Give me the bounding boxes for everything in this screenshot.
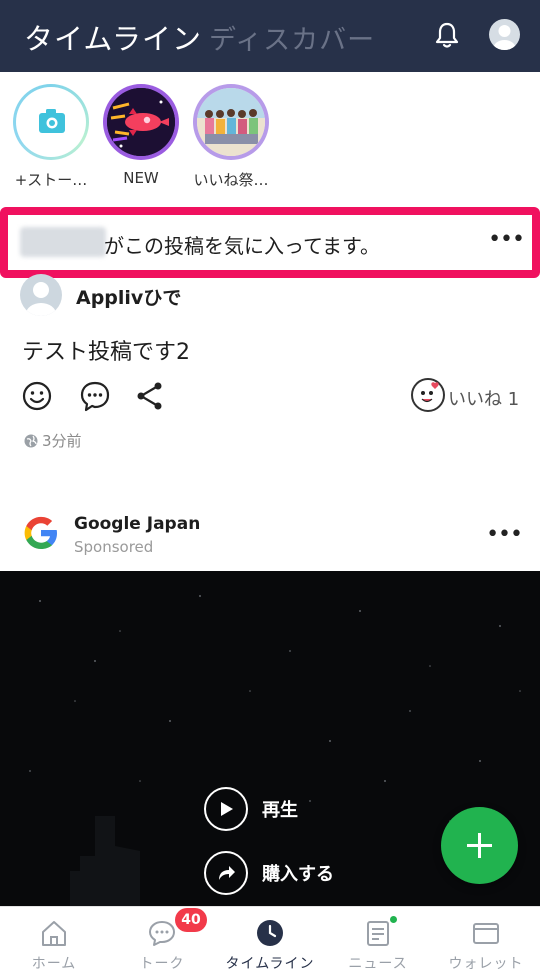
forward-arrow-icon: [204, 851, 248, 895]
play-button[interactable]: 再生: [204, 787, 298, 831]
buy-button[interactable]: 購入する: [204, 851, 334, 895]
nav-home[interactable]: ホーム: [0, 907, 108, 978]
sponsored-label: Sponsored: [74, 538, 154, 556]
tab-discover[interactable]: ディスカバー: [209, 18, 375, 57]
story-label: NEW: [123, 169, 159, 187]
notice-text: がこの投稿を気に入ってます。: [104, 234, 380, 258]
post-body-text: テスト投稿です2: [22, 340, 190, 365]
nav-label: ホーム: [31, 956, 77, 972]
comment-icon[interactable]: [78, 379, 112, 413]
nav-talk[interactable]: 40 トーク: [108, 907, 216, 978]
post-author-name[interactable]: Applivひで: [76, 283, 181, 310]
nav-timeline[interactable]: タイムライン: [216, 907, 324, 978]
story-row: +ストー… NEW いいね祭…: [0, 72, 540, 202]
profile-avatar-icon[interactable]: [489, 19, 520, 50]
wallet-icon: [473, 923, 499, 944]
nav-wallet[interactable]: ウォレット: [432, 907, 540, 978]
blurred-username: [20, 227, 106, 257]
globe-icon: [24, 434, 38, 447]
play-icon: [204, 787, 248, 831]
nav-label: ニュース: [348, 956, 408, 972]
photo-story-icon: [193, 84, 269, 160]
story-new[interactable]: NEW: [98, 84, 184, 187]
rocket-story-icon: [103, 84, 179, 160]
notification-bell-icon[interactable]: [432, 20, 462, 50]
like-count[interactable]: いいね 1: [448, 385, 519, 411]
chat-bubble-icon: [149, 921, 175, 946]
create-post-fab[interactable]: [441, 807, 518, 884]
like-sticker-icon[interactable]: [411, 378, 445, 412]
story-add[interactable]: +ストー…: [8, 84, 94, 190]
news-new-dot: [390, 916, 397, 923]
author-avatar[interactable]: [20, 274, 62, 316]
tab-timeline[interactable]: タイムライン: [24, 16, 202, 58]
bottom-navigation: ホーム 40 トーク タイムライン ニュース ウォレット: [0, 906, 540, 978]
play-label: 再生: [262, 800, 298, 821]
story-label: いいね祭…: [193, 171, 269, 189]
buy-label: 購入する: [262, 864, 334, 885]
nav-label: ウォレット: [448, 956, 524, 972]
story-photo[interactable]: いいね祭…: [188, 84, 274, 190]
google-logo-icon: [24, 516, 57, 549]
more-options-icon[interactable]: •••: [488, 227, 525, 252]
ad-more-options-icon[interactable]: •••: [486, 522, 523, 547]
news-icon: [367, 921, 389, 946]
nav-label: トーク: [139, 956, 185, 972]
story-label: +ストー…: [14, 171, 88, 189]
app-header: タイムライン ディスカバー: [0, 0, 540, 72]
home-icon: [42, 921, 66, 946]
ad-advertiser-name[interactable]: Google Japan: [74, 514, 200, 534]
camera-story-icon: [13, 84, 89, 160]
liked-by-notice: がこの投稿を気に入ってます。 •••: [0, 207, 540, 278]
share-icon[interactable]: [133, 379, 167, 413]
unread-badge: 40: [175, 908, 207, 932]
post-timestamp: 3分前: [24, 430, 82, 451]
nav-news[interactable]: ニュース: [324, 907, 432, 978]
clock-icon: [257, 920, 283, 946]
emoji-reaction-icon[interactable]: [20, 379, 54, 413]
nav-label: タイムライン: [225, 956, 315, 972]
post-time-text: 3分前: [42, 432, 82, 450]
